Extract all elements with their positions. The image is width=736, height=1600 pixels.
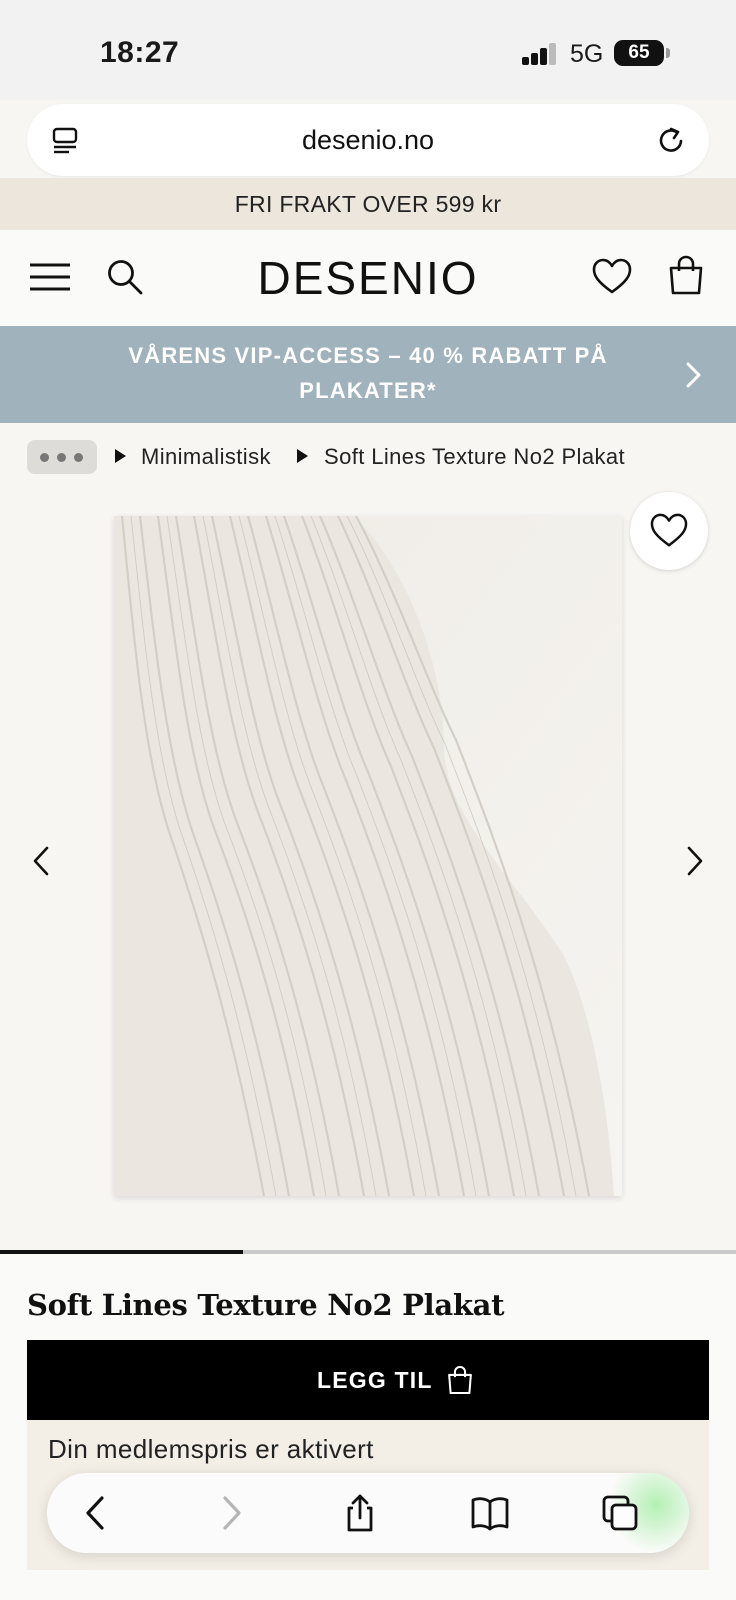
site-header: DESENIO <box>0 230 736 326</box>
add-to-cart-label: LEGG TIL <box>317 1367 433 1393</box>
network-label: 5G <box>570 40 604 68</box>
back-icon[interactable] <box>77 1493 117 1533</box>
add-to-wishlist-button[interactable] <box>630 492 708 570</box>
bookmarks-icon[interactable] <box>470 1493 510 1533</box>
forward-icon[interactable] <box>210 1493 250 1533</box>
battery-cap <box>666 48 670 58</box>
breadcrumb-item[interactable]: Minimalistisk <box>141 444 271 470</box>
browser-toolbar <box>47 1473 689 1553</box>
member-price-text: Din medlemspris er aktivert <box>48 1434 374 1464</box>
tabs-icon[interactable] <box>600 1493 640 1533</box>
product-image[interactable] <box>114 516 622 1196</box>
vip-banner-text: VÅRENS VIP-ACCESS – 40 % RABATT PÅ PLAKA… <box>100 338 636 408</box>
chevron-left-icon[interactable] <box>32 846 50 876</box>
breadcrumb-arrow-icon <box>297 449 308 463</box>
add-to-cart-button[interactable]: LEGG TIL <box>27 1340 709 1420</box>
heart-icon[interactable] <box>592 258 632 296</box>
soft-lines-artwork <box>114 516 622 1196</box>
bag-icon <box>448 1365 472 1395</box>
breadcrumb-more-button[interactable] <box>27 440 97 474</box>
product-gallery[interactable] <box>0 480 736 1250</box>
chevron-right-icon[interactable] <box>686 846 704 876</box>
signal-icon <box>522 43 558 65</box>
vip-line-2: PLAKATER* <box>299 378 437 403</box>
breadcrumb-arrow-icon <box>115 449 126 463</box>
heart-icon <box>650 513 688 547</box>
vip-banner[interactable]: VÅRENS VIP-ACCESS – 40 % RABATT PÅ PLAKA… <box>0 326 736 423</box>
breadcrumb: Minimalistisk Soft Lines Texture No2 Pla… <box>27 440 727 474</box>
battery-icon: 65 <box>614 40 664 66</box>
bag-icon[interactable] <box>668 255 704 295</box>
status-bar: 18:27 5G 65 <box>0 0 736 100</box>
vip-line-1: VÅRENS VIP-ACCESS – 40 % RABATT PÅ <box>128 343 608 368</box>
chevron-right-icon[interactable] <box>686 362 702 388</box>
status-time: 18:27 <box>100 36 180 69</box>
url-text[interactable]: desenio.no <box>27 104 709 176</box>
address-bar[interactable]: desenio.no <box>27 104 709 176</box>
breadcrumb-item[interactable]: Soft Lines Texture No2 Plakat <box>324 444 625 470</box>
reload-icon[interactable] <box>655 124 687 156</box>
shipping-promo: FRI FRAKT OVER 599 kr <box>0 178 736 230</box>
product-title: Soft Lines Texture No2 Plakat <box>27 1288 505 1322</box>
share-icon[interactable] <box>340 1493 380 1533</box>
